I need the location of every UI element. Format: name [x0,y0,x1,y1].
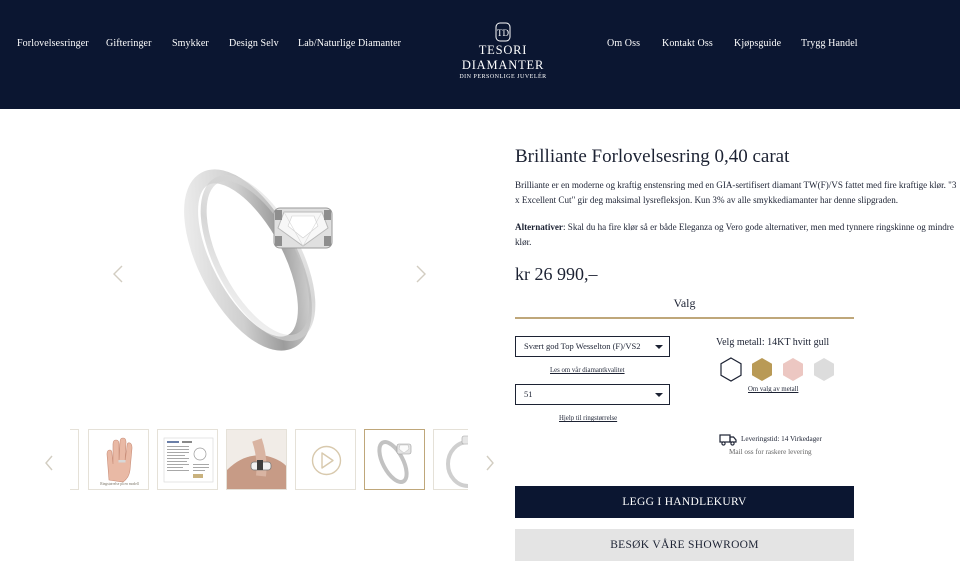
thumbnail-ring-side[interactable] [433,429,468,490]
thumbnail-caption: Ringstørrelse på en modell [100,482,139,486]
delivery-time: Leveringstid: 14 Virkedager [741,435,822,443]
add-to-cart-button[interactable]: LEGG I HANDLEKURV [515,486,854,518]
ring-side-image [446,435,468,488]
delivery-subtext: Mail oss for raskere levering [729,448,812,456]
product-alternatives: Alternativer: Skal du ha fire klør så er… [515,220,957,249]
site-logo[interactable]: TD TESORI DIAMANTER DIN PERSONLIGE JUVEL… [440,22,566,80]
nav-kjopsguide[interactable]: Kjøpsguide [734,38,781,49]
metal-label: Velg metall: 14KT hvitt gull [716,337,830,348]
nav-forlovelsesringer[interactable]: Forlovelsesringer [17,38,89,49]
thumbnail-strip: Ringstørrelse på en modell [70,429,468,491]
nav-kontakt-oss[interactable]: Kontakt Oss [662,38,713,49]
ring-image [184,169,333,351]
logo-name: TESORI DIAMANTER [461,43,545,72]
ring-size-value: 51 [524,389,533,399]
visit-showroom-button[interactable]: BESØK VÅRE SHOWROOM [515,529,854,561]
nav-om-oss[interactable]: Om Oss [607,38,640,49]
metal-swatch-platinum[interactable] [812,357,836,382]
delivery-info: Leveringstid: 14 Virkedager Mail oss for… [719,433,859,459]
gallery-next-arrow-icon[interactable] [415,264,427,284]
play-video-icon [311,445,342,476]
metal-swatch-white[interactable] [719,357,743,382]
alternatives-text: : Skal du ha fire klør så er både Elegan… [515,222,954,247]
truck-icon [719,434,737,446]
logo-monogram: TD [497,28,509,38]
ring-size-help-link[interactable]: Hjelp til ringstørrelse [559,415,617,422]
chevron-down-icon [655,393,663,397]
logo-monogram-icon: TD [495,22,511,42]
hand-image [106,437,133,483]
worn-ring-image [227,430,286,489]
nav-trygg-handel[interactable]: Trygg Handel [801,38,858,49]
ring-size-select[interactable]: 51 [515,384,670,405]
metal-swatch-yellow[interactable] [750,357,774,382]
product-main-image[interactable] [150,150,390,390]
thumbnail-certificate[interactable] [157,429,218,490]
diamond-quality-link[interactable]: Les om vår diamantkvalitet [550,367,625,374]
thumbnail-video[interactable] [295,429,356,490]
gallery-prev-arrow-icon[interactable] [112,264,124,284]
alternatives-label: Alternativer [515,222,563,232]
thumbnail-worn[interactable] [226,429,287,490]
thumbnail-ring-active[interactable] [364,429,425,490]
thumbs-next-arrow-icon[interactable] [485,454,495,472]
diamond-quality-select[interactable]: Svært god Top Wesselton (F)/VS2 [515,336,670,357]
product-title: Brilliante Forlovelsesring 0,40 carat [515,146,790,167]
options-heading: Valg [673,296,696,310]
nav-lab-naturlige-diamanter[interactable]: Lab/Naturlige Diamanter [298,38,401,49]
logo-tagline: DIN PERSONLIGE JUVELÉR [459,74,547,80]
product-price: kr 26 990,– [515,264,598,284]
nav-gifteringer[interactable]: Gifteringer [106,38,152,49]
chevron-down-icon [655,345,663,349]
metal-swatch-rose[interactable] [781,357,805,382]
nav-design-selv[interactable]: Design Selv [229,38,279,49]
diamond-quality-value: Svært god Top Wesselton (F)/VS2 [524,341,641,351]
thumbnail-partial[interactable] [70,429,79,490]
product-description: Brilliante er en moderne og kraftig enst… [515,180,957,205]
metal-info-link[interactable]: Om valg av metall [748,386,798,393]
thumbs-prev-arrow-icon[interactable] [44,454,54,472]
ring-thumbnail-image [377,440,412,484]
options-divider [515,317,854,319]
thumbnail-hand[interactable]: Ringstørrelse på en modell [88,429,149,490]
site-header: Forlovelsesringer Gifteringer Smykker De… [0,0,960,109]
certificate-image [163,437,214,483]
nav-smykker[interactable]: Smykker [172,38,209,49]
